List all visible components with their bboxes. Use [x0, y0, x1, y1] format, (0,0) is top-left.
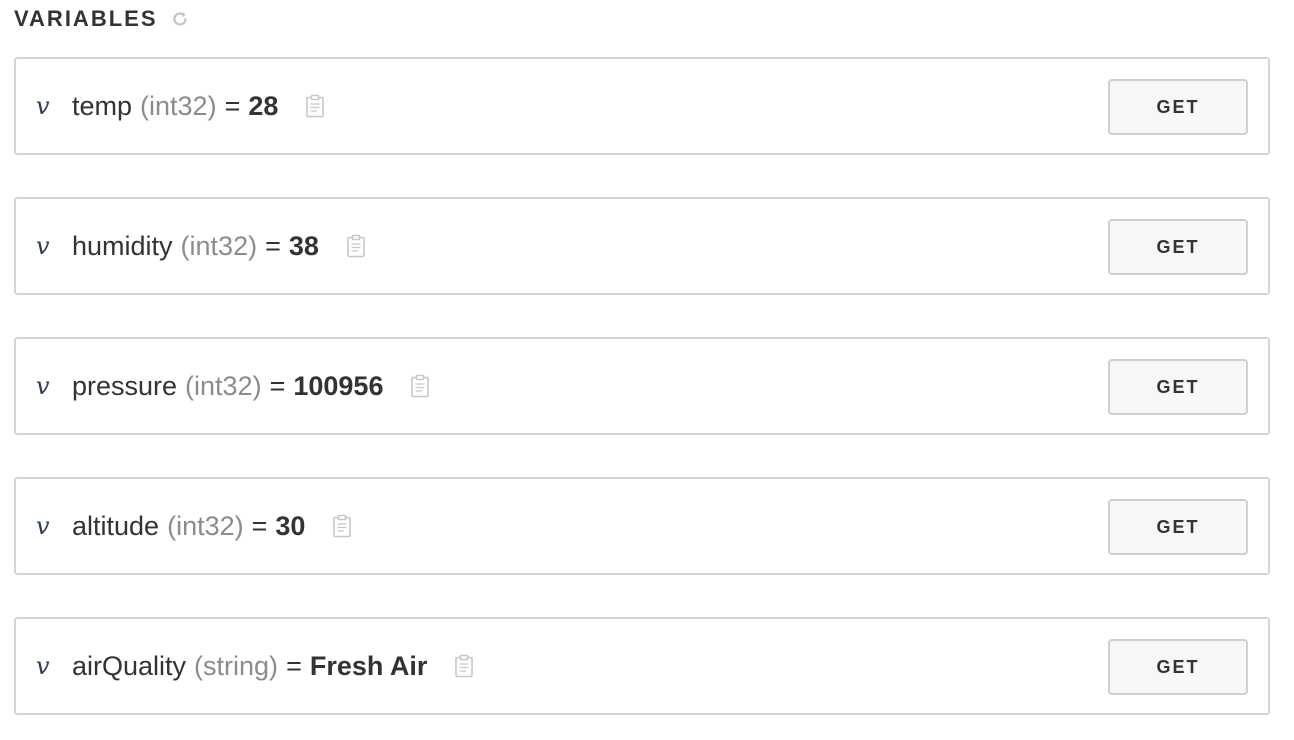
- variable-text: pressure (int32) = 100956: [72, 370, 431, 402]
- variable-type: (int32): [140, 91, 217, 121]
- variable-type-icon: v: [36, 372, 50, 400]
- equals-sign: =: [224, 91, 241, 121]
- get-button-humidity[interactable]: GET: [1108, 219, 1248, 275]
- equals-sign: =: [265, 231, 281, 261]
- variable-name: altitude: [72, 511, 160, 541]
- get-button-temp[interactable]: GET: [1108, 79, 1248, 135]
- variable-type-icon: v: [36, 652, 50, 680]
- variable-value: 100956: [293, 371, 384, 401]
- variable-value: 30: [275, 511, 306, 541]
- section-title: VARIABLES: [14, 6, 158, 31]
- get-button-altitude[interactable]: GET: [1108, 499, 1248, 555]
- variable-name: humidity: [72, 231, 173, 261]
- clipboard-icon[interactable]: [453, 653, 475, 679]
- variable-type-icon: v: [36, 92, 50, 120]
- equals-sign: =: [286, 651, 302, 681]
- refresh-icon[interactable]: [170, 9, 190, 29]
- variable-text: altitude (int32) = 30: [72, 510, 353, 542]
- variable-text: temp (int32) = 28: [72, 90, 326, 122]
- variable-type-icon: v: [36, 232, 50, 260]
- variable-value: Fresh Air: [309, 651, 428, 681]
- clipboard-icon[interactable]: [345, 233, 367, 259]
- variable-row-pressure: v pressure (int32) = 100956 GET: [14, 337, 1270, 435]
- variable-name: airQuality: [72, 651, 187, 681]
- variable-text: humidity (int32) = 38: [72, 230, 367, 262]
- variable-type: (int32): [185, 371, 262, 401]
- variable-type: (string): [194, 651, 279, 681]
- variables-list: v temp (int32) = 28 GET v humidity (int3…: [14, 57, 1270, 715]
- variable-value: 28: [248, 91, 279, 121]
- variable-row-temp: v temp (int32) = 28 GET: [14, 57, 1270, 155]
- variable-value: 38: [288, 231, 319, 261]
- variable-row-airquality: v airQuality (string) = Fresh Air GET: [14, 617, 1270, 715]
- variable-type-icon: v: [36, 512, 50, 540]
- clipboard-icon[interactable]: [304, 93, 326, 119]
- clipboard-icon[interactable]: [331, 513, 353, 539]
- equals-sign: =: [269, 371, 286, 401]
- variables-header: VARIABLES: [14, 6, 190, 32]
- get-button-pressure[interactable]: GET: [1108, 359, 1248, 415]
- clipboard-icon[interactable]: [409, 373, 431, 399]
- get-button-airquality[interactable]: GET: [1108, 639, 1248, 695]
- variable-type: (int32): [180, 231, 258, 261]
- variable-name: temp: [72, 91, 133, 121]
- variable-name: pressure: [72, 371, 178, 401]
- variable-row-altitude: v altitude (int32) = 30 GET: [14, 477, 1270, 575]
- variable-row-humidity: v humidity (int32) = 38 GET: [14, 197, 1270, 295]
- equals-sign: =: [251, 511, 268, 541]
- variable-text: airQuality (string) = Fresh Air: [72, 650, 475, 682]
- variable-type: (int32): [167, 511, 244, 541]
